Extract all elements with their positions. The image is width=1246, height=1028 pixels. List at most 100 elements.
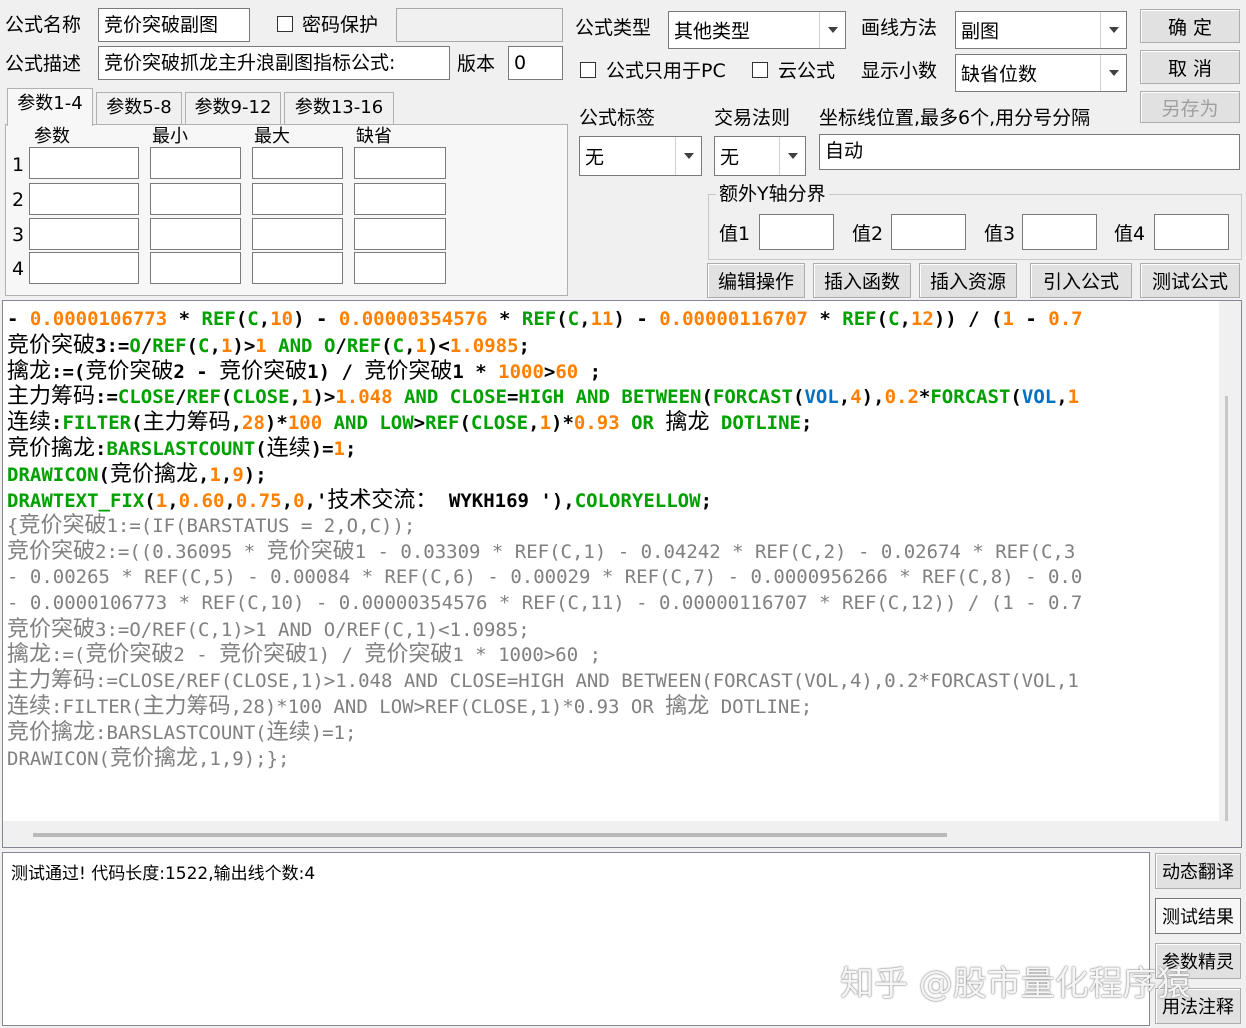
tag-label: 公式标签	[579, 107, 656, 129]
vertical-scrollbar[interactable]	[1219, 301, 1241, 847]
version-label: 版本	[457, 53, 496, 75]
pc-only-label: 公式只用于PC	[606, 60, 726, 82]
trade-select-value: 无	[720, 146, 740, 169]
code-line: 竞价擒龙:BARSLASTCOUNT(连续)=1;	[7, 719, 357, 745]
param-1-default-input[interactable]	[354, 147, 446, 179]
code-editor[interactable]: - 0.0000106773 * REF(C,10) - 0.000003545…	[2, 300, 1242, 848]
code-line: 竞价突破3:=O/REF(C,1)>1 AND O/REF(C,1)<1.098…	[7, 332, 530, 358]
formula-name-input[interactable]: 竞价突破副图	[98, 8, 250, 42]
code-line: - 0.00265 * REF(C,5) - 0.00084 * REF(C,6…	[7, 565, 1083, 588]
chevron-down-icon[interactable]	[1100, 55, 1126, 91]
code-line: 竞价突破2:=((0.36095 * 竞价突破1 - 0.03309 * REF…	[7, 539, 1076, 565]
param-3-name-input[interactable]	[29, 218, 139, 250]
version-input[interactable]: 0	[508, 46, 563, 80]
save-as-button[interactable]: 另存为	[1140, 91, 1240, 123]
yaxis-value1-input[interactable]	[759, 214, 834, 250]
yaxis-value4-input[interactable]	[1154, 214, 1229, 250]
yaxis-value3-label: 值3	[984, 223, 1016, 245]
param-1-min-input[interactable]	[150, 147, 241, 179]
param-row-number: 2	[12, 189, 25, 211]
code-line: 竞价突破3:=O/REF(C,1)>1 AND O/REF(C,1)<1.098…	[7, 616, 530, 642]
password-input[interactable]	[396, 8, 563, 42]
test-result-text: 测试通过! 代码长度:1522,输出线个数:4	[11, 864, 316, 884]
param-row-number: 1	[12, 154, 25, 176]
coord-label: 坐标线位置,最多6个,用分号分隔	[819, 107, 1091, 129]
test-formula-button[interactable]: 测试公式	[1140, 263, 1240, 298]
trade-label: 交易法则	[714, 107, 791, 129]
decimal-select[interactable]: 缺省位数	[955, 54, 1127, 92]
password-label: 密码保护	[302, 14, 379, 36]
tag-select-value: 无	[585, 146, 605, 169]
tag-select[interactable]: 无	[579, 136, 702, 176]
decimal-label: 显示小数	[861, 60, 938, 82]
edit-operation-button[interactable]: 编辑操作	[707, 263, 805, 298]
coord-input[interactable]: 自动	[819, 134, 1240, 170]
chevron-down-icon[interactable]	[779, 137, 805, 175]
yaxis-value4-label: 值4	[1114, 223, 1146, 245]
type-select-value: 其他类型	[674, 20, 751, 43]
formula-desc-input[interactable]: 竞价突破抓龙主升浪副图指标公式:	[98, 46, 450, 80]
param-4-min-input[interactable]	[150, 252, 241, 284]
param-4-default-input[interactable]	[354, 252, 446, 284]
param-header-max: 最大	[254, 126, 290, 147]
param-2-max-input[interactable]	[252, 183, 343, 215]
yaxis-value1-label: 值1	[719, 223, 751, 245]
param-row-number: 4	[12, 258, 25, 280]
tab-params-13-16[interactable]: 参数13-16	[284, 92, 394, 124]
import-formula-button[interactable]: 引入公式	[1030, 263, 1132, 298]
code-content[interactable]: - 0.0000106773 * REF(C,10) - 0.000003545…	[7, 307, 1219, 771]
watermark: 知乎 @股市量化程序猿	[840, 964, 1191, 1004]
code-line: 竞价擒龙:BARSLASTCOUNT(连续)=1;	[7, 435, 357, 461]
chevron-down-icon[interactable]	[819, 12, 845, 48]
tab-params-1-4[interactable]: 参数1-4	[7, 88, 93, 126]
cloud-label: 云公式	[778, 60, 836, 82]
yaxis-value3-input[interactable]	[1022, 214, 1097, 250]
ok-button[interactable]: 确 定	[1140, 9, 1240, 43]
tab-params-5-8[interactable]: 参数5-8	[96, 92, 182, 124]
yaxis-value2-input[interactable]	[891, 214, 966, 250]
param-3-max-input[interactable]	[252, 218, 343, 250]
password-checkbox[interactable]	[277, 16, 293, 32]
cancel-button[interactable]: 取 消	[1140, 50, 1240, 84]
param-row-number: 3	[12, 224, 25, 246]
name-label: 公式名称	[5, 14, 82, 36]
dynamic-translate-button[interactable]: 动态翻译	[1155, 853, 1241, 889]
param-header-name: 参数	[34, 126, 70, 147]
code-line: DRAWICON(竞价擒龙,1,9);};	[7, 745, 290, 771]
type-select[interactable]: 其他类型	[668, 11, 846, 49]
chevron-down-icon[interactable]	[1100, 12, 1126, 48]
test-result-button[interactable]: 测试结果	[1155, 898, 1241, 934]
chevron-down-icon[interactable]	[675, 137, 701, 175]
type-label: 公式类型	[575, 17, 652, 39]
draw-select-value: 副图	[961, 20, 1000, 43]
param-2-min-input[interactable]	[150, 183, 241, 215]
param-2-default-input[interactable]	[354, 183, 446, 215]
code-line: 擒龙:=(竞价突破2 - 竞价突破1) / 竞价突破1 * 1000>60 ;	[7, 358, 602, 384]
code-line: 连续:FILTER(主力筹码,28)*100 AND LOW>REF(CLOSE…	[7, 693, 813, 719]
code-line: - 0.0000106773 * REF(C,10) - 0.000003545…	[7, 308, 1083, 330]
trade-select[interactable]: 无	[714, 136, 806, 176]
param-3-min-input[interactable]	[150, 218, 241, 250]
param-1-name-input[interactable]	[29, 147, 139, 179]
pc-only-checkbox[interactable]	[580, 62, 596, 78]
desc-label: 公式描述	[5, 53, 82, 75]
tab-params-9-12[interactable]: 参数9-12	[185, 92, 281, 124]
scrollbar-thumb[interactable]	[1225, 396, 1228, 826]
param-1-max-input[interactable]	[252, 147, 343, 179]
code-line: 主力筹码:=CLOSE/REF(CLOSE,1)>1.048 AND CLOSE…	[7, 668, 1079, 694]
param-4-max-input[interactable]	[252, 252, 343, 284]
scrollbar-thumb[interactable]	[33, 833, 947, 837]
draw-label: 画线方法	[861, 17, 938, 39]
draw-select[interactable]: 副图	[955, 11, 1127, 49]
insert-resource-button[interactable]: 插入资源	[919, 263, 1017, 298]
horizontal-scrollbar[interactable]	[3, 821, 1241, 847]
param-4-name-input[interactable]	[29, 252, 139, 284]
param-header-default: 缺省	[356, 126, 392, 147]
yaxis-value2-label: 值2	[852, 223, 884, 245]
insert-function-button[interactable]: 插入函数	[813, 263, 911, 298]
param-3-default-input[interactable]	[354, 218, 446, 250]
param-2-name-input[interactable]	[29, 183, 139, 215]
code-line: {竞价突破1:=(IF(BARSTATUS = 2,O,C));	[7, 513, 416, 539]
code-line: 连续:FILTER(主力筹码,28)*100 AND LOW>REF(CLOSE…	[7, 410, 813, 436]
cloud-checkbox[interactable]	[752, 62, 768, 78]
